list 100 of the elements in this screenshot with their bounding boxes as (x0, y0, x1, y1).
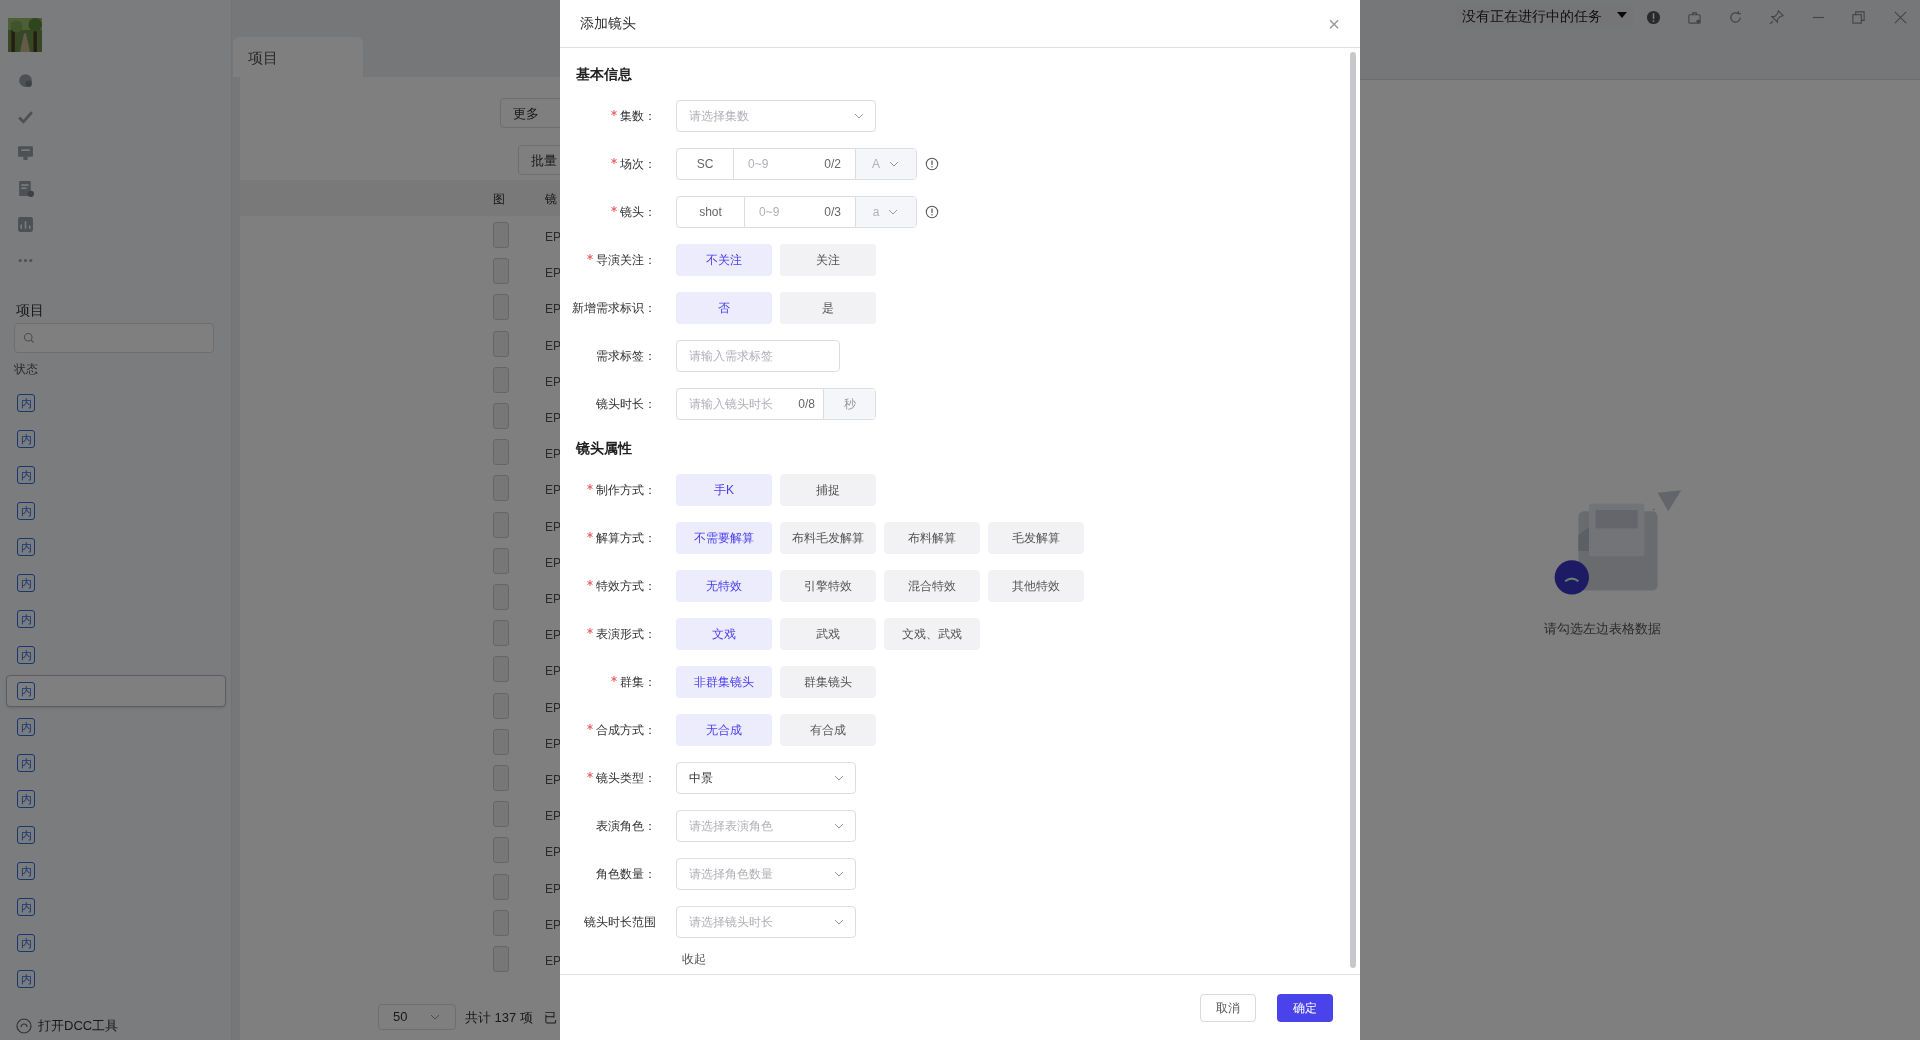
thumbnail (493, 620, 509, 647)
info-icon[interactable] (925, 205, 939, 219)
table-cell-text: EP (545, 916, 561, 934)
status-badge: 内 (17, 610, 35, 628)
field-label: 场次： (620, 156, 656, 173)
table-cell-text: EP (545, 446, 561, 464)
table-cell-text: EP (545, 482, 561, 500)
option-button[interactable]: 布料毛发解算 (780, 522, 876, 554)
status-badge: 内 (17, 502, 35, 520)
dialog-title: 添加镜头 (580, 14, 636, 33)
page-size-select[interactable]: 50 (378, 1004, 456, 1030)
thumbnail (493, 584, 509, 610)
status-badge: 内 (17, 466, 35, 484)
project-tab[interactable]: 项目 (233, 37, 363, 77)
chart-icon[interactable] (17, 216, 34, 233)
status-badge: 内 (17, 970, 35, 988)
field-label: 集数： (620, 108, 656, 125)
option-button[interactable]: 捕捉 (780, 474, 876, 506)
select-field[interactable]: 请选择表演角色 (676, 810, 856, 842)
scrollbar[interactable] (1350, 52, 1356, 968)
option-button[interactable]: 引擎特效 (780, 570, 876, 602)
table-cell-text: EP (545, 880, 561, 898)
select-field[interactable]: 请选择角色数量 (676, 858, 856, 890)
select-field[interactable]: 请选择镜头时长 (676, 906, 856, 938)
field-label: 特效方式： (596, 578, 656, 595)
close-icon[interactable] (1893, 10, 1908, 25)
ok-button[interactable]: 确定 (1277, 993, 1333, 1022)
option-button[interactable]: 非群集镜头 (676, 666, 772, 698)
option-button[interactable]: 关注 (780, 244, 876, 276)
field-label: 需求标签： (596, 348, 656, 365)
thumbnail (493, 330, 509, 357)
status-badge: 内 (17, 754, 35, 772)
pin-icon[interactable] (1769, 10, 1784, 25)
thumbnail (493, 656, 509, 683)
thumbnail (493, 258, 509, 285)
document-icon[interactable] (17, 180, 34, 197)
option-button[interactable]: 群集镜头 (780, 666, 876, 698)
status-badge: 内 (17, 862, 35, 880)
table-cell-text: EP (545, 265, 561, 283)
option-button[interactable]: 文戏 (676, 618, 772, 650)
section-heading: 基本信息 (576, 64, 633, 84)
status-badge: 内 (17, 826, 35, 844)
field-label: 角色数量： (596, 866, 656, 883)
thumbnail (493, 475, 509, 502)
alert-icon[interactable] (1646, 10, 1661, 25)
table-cell-text: EP (545, 229, 561, 246)
option-button[interactable]: 无特效 (676, 570, 772, 602)
option-button[interactable]: 混合特效 (884, 570, 980, 602)
text-input[interactable]: 请输入需求标签 (676, 340, 840, 372)
select-field[interactable]: 请选择集数 (676, 100, 876, 132)
cancel-button[interactable]: 取消 (1200, 993, 1256, 1022)
selected-count: 已 (544, 1009, 557, 1027)
chat-icon[interactable] (17, 72, 34, 89)
option-button[interactable]: 有合成 (780, 714, 876, 746)
status-badge: 内 (17, 934, 35, 952)
thumbnail (493, 222, 509, 248)
table-cell-text: EP (545, 735, 561, 753)
option-button[interactable]: 手K (676, 474, 772, 506)
option-button[interactable]: 不关注 (676, 244, 772, 276)
collapse-link[interactable]: 收起 (682, 946, 706, 972)
briefcase-icon[interactable] (1687, 10, 1702, 25)
option-button[interactable]: 毛发解算 (988, 522, 1084, 554)
thumbnail (493, 439, 509, 466)
field-label: 镜头： (620, 204, 656, 221)
table-cell-text: EP (545, 554, 561, 572)
status-badge: 内 (17, 718, 35, 736)
field-label: 合成方式： (596, 722, 656, 739)
section-heading: 镜头属性 (576, 438, 633, 458)
sidebar-row[interactable]: 内 (6, 675, 226, 707)
monitor-icon[interactable] (17, 144, 34, 161)
status-badge: 内 (17, 682, 35, 700)
close-button[interactable]: × (1328, 13, 1340, 34)
thumbnail (493, 511, 509, 538)
dcc-tool-link[interactable]: 打开DCC工具 (38, 1016, 119, 1036)
table-cell-text: EP (545, 699, 561, 717)
option-button[interactable]: 布料解算 (884, 522, 980, 554)
option-button[interactable]: 不需要解算 (676, 522, 772, 554)
search-field[interactable] (14, 323, 214, 353)
status-badge: 内 (17, 394, 35, 412)
filter-label: 状态 (14, 361, 38, 378)
search-icon (23, 332, 35, 344)
field-label: 新增需求标识： (572, 300, 656, 317)
refresh-icon[interactable] (1728, 10, 1743, 25)
status-badge: 内 (17, 898, 35, 916)
table-cell-text: EP (545, 518, 561, 536)
option-button[interactable]: 是 (780, 292, 876, 324)
select-field[interactable]: 中景 (676, 762, 856, 794)
option-button[interactable]: 否 (676, 292, 772, 324)
option-button[interactable]: 其他特效 (988, 570, 1084, 602)
empty-state-text: 请勾选左边表格数据 (1542, 620, 1662, 638)
thumbnail (493, 547, 509, 574)
option-button[interactable]: 武戏 (780, 618, 876, 650)
column-header: 镜 (545, 191, 557, 208)
thumbnail (493, 765, 509, 791)
info-icon[interactable] (925, 157, 939, 171)
option-button[interactable]: 文戏、武戏 (884, 618, 980, 650)
field-label: 表演形式： (596, 626, 656, 643)
table-cell-text: EP (545, 301, 561, 319)
restore-icon[interactable] (1851, 10, 1866, 25)
option-button[interactable]: 无合成 (676, 714, 772, 746)
